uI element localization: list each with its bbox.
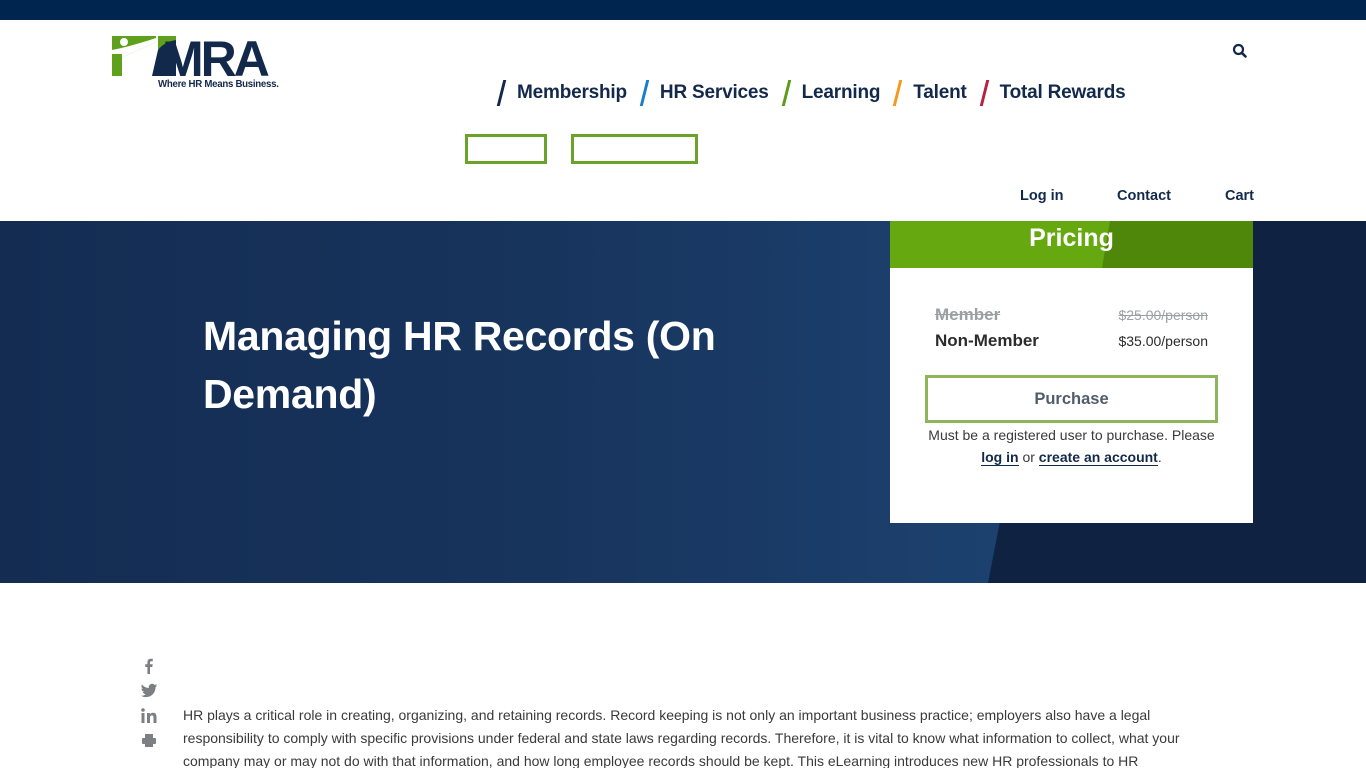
price-row-member: Member $25.00/person — [935, 305, 1208, 325]
nav-accent-slash — [496, 80, 507, 106]
facebook-icon[interactable] — [140, 657, 158, 675]
purchase-note-text: Must be a registered user to purchase. P… — [928, 427, 1215, 443]
mra-logo-mark: MRA — [112, 36, 272, 80]
search-button[interactable] — [1231, 42, 1249, 60]
nav-hr-services[interactable]: HR Services — [639, 80, 769, 106]
site-header: MRA Where HR Means Business. Membership … — [0, 20, 1366, 221]
nav-label: Talent — [913, 82, 967, 103]
price-value: $25.00/person — [1118, 307, 1208, 323]
purchase-button[interactable]: Purchase — [925, 375, 1218, 423]
price-value: $35.00/person — [1118, 333, 1208, 349]
login-link-inline[interactable]: log in — [981, 449, 1019, 466]
nav-label: Membership — [517, 82, 627, 103]
nav-accent-slash — [893, 80, 903, 106]
contact-link[interactable]: Contact — [1117, 188, 1171, 204]
nav-membership[interactable]: Membership — [496, 80, 627, 106]
pricing-title: Pricing — [1029, 224, 1114, 252]
nav-label: Learning — [801, 82, 881, 103]
create-account-link[interactable]: create an account — [1038, 449, 1158, 466]
nav-talent[interactable]: Talent — [893, 80, 967, 106]
cart-link[interactable]: Cart — [1225, 188, 1254, 204]
empty-outline-button-2[interactable] — [571, 134, 698, 164]
empty-outline-button-1[interactable] — [465, 134, 547, 164]
login-link[interactable]: Log in — [1020, 188, 1064, 204]
main-nav: Membership HR Services Learning Talent T… — [496, 78, 1141, 108]
top-bar — [0, 0, 1366, 20]
price-label: Member — [935, 305, 1001, 324]
purchase-note-or: or — [1022, 449, 1035, 465]
linkedin-icon[interactable] — [140, 707, 158, 725]
course-description: HR plays a critical role in creating, or… — [183, 707, 1180, 768]
pricing-header: Pricing — [890, 221, 1253, 268]
purchase-note-period: . — [1157, 449, 1162, 465]
nav-accent-slash — [979, 80, 989, 106]
share-bar — [140, 657, 158, 757]
search-icon — [1232, 43, 1247, 58]
nav-accent-slash — [781, 80, 791, 106]
page-title: Managing HR Records (On Demand) — [203, 313, 716, 417]
nav-accent-slash — [639, 80, 650, 106]
pricing-card: Pricing Member $25.00/person Non-Member … — [890, 221, 1253, 523]
logo-tagline: Where HR Means Business. — [158, 78, 279, 90]
nav-learning[interactable]: Learning — [781, 80, 881, 106]
price-label: Non-Member — [935, 331, 1039, 350]
purchase-note: Must be a registered user to purchase. P… — [910, 424, 1233, 468]
svg-text:MRA: MRA — [162, 36, 269, 80]
print-icon[interactable] — [140, 732, 158, 750]
logo[interactable]: MRA Where HR Means Business. — [112, 36, 294, 92]
nav-label: Total Rewards — [999, 82, 1126, 103]
price-row-non-member: Non-Member $35.00/person — [935, 331, 1208, 351]
twitter-icon[interactable] — [140, 682, 158, 700]
nav-label: HR Services — [659, 82, 769, 103]
nav-total-rewards[interactable]: Total Rewards — [979, 80, 1126, 106]
